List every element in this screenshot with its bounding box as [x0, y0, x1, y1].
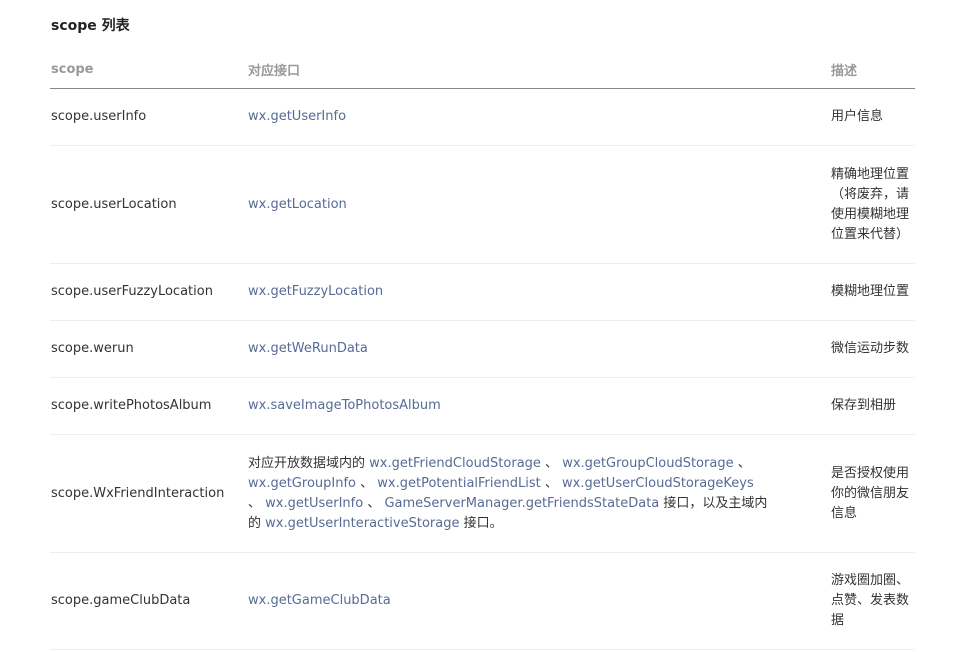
api-link[interactable]: wx.getGameClubData	[248, 593, 391, 608]
api-cell: 对应开放数据域内的 wx.getFriendCloudStorage 、 wx.…	[247, 434, 830, 553]
column-header-scope: scope	[50, 50, 247, 89]
api-link[interactable]: wx.saveImageToPhotosAlbum	[248, 398, 441, 413]
api-cell: wx.getUserInfo	[247, 88, 830, 146]
api-cell: wx.getGameClubData	[247, 552, 830, 650]
desc-cell: 用户信息	[830, 88, 915, 146]
api-cell: wx.getWeRunData	[247, 320, 830, 378]
api-link[interactable]: wx.getGroupInfo	[248, 476, 356, 491]
table-row: scope.writePhotosAlbum wx.saveImageToPho…	[50, 377, 915, 435]
desc-cell: 保存到相册	[830, 377, 915, 435]
api-link[interactable]: wx.getLocation	[248, 197, 347, 212]
scope-cell: scope.userInfo	[50, 88, 247, 146]
scope-table: scope 对应接口 描述 scope.userInfo wx.getUserI…	[50, 50, 915, 650]
api-link[interactable]: wx.getUserInteractiveStorage	[265, 516, 459, 531]
api-link[interactable]: wx.getUserInfo	[248, 109, 346, 124]
column-header-api: 对应接口	[247, 50, 830, 89]
table-row: scope.userLocation wx.getLocation 精确地理位置…	[50, 145, 915, 264]
api-cell: wx.getFuzzyLocation	[247, 263, 830, 321]
desc-cell: 游戏圈加圈、点赞、发表数据	[830, 552, 915, 650]
table-header-row: scope 对应接口 描述	[50, 50, 915, 89]
table-row: scope.gameClubData wx.getGameClubData 游戏…	[50, 552, 915, 650]
api-link[interactable]: GameServerManager.getFriendsStateData	[384, 496, 659, 511]
api-link[interactable]: wx.getUserInfo	[265, 496, 363, 511]
table-row: scope.userInfo wx.getUserInfo 用户信息	[50, 88, 915, 146]
scope-cell: scope.writePhotosAlbum	[50, 377, 247, 435]
desc-cell: 是否授权使用你的微信朋友信息	[830, 434, 915, 553]
api-cell: wx.getLocation	[247, 145, 830, 264]
api-link[interactable]: wx.getFriendCloudStorage	[369, 456, 541, 471]
page: scope 列表 scope 对应接口 描述 scope.userInfo wx…	[0, 0, 979, 652]
scope-cell: scope.userFuzzyLocation	[50, 263, 247, 321]
section-heading: scope 列表	[51, 18, 130, 34]
api-separator: 、	[363, 495, 385, 511]
desc-cell: 精确地理位置（将废弃，请使用模糊地理位置来代替）	[830, 145, 915, 264]
api-link[interactable]: wx.getWeRunData	[248, 341, 368, 356]
scope-cell: scope.WxFriendInteraction	[50, 434, 247, 553]
api-cell: wx.saveImageToPhotosAlbum	[247, 377, 830, 435]
scope-cell: scope.werun	[50, 320, 247, 378]
api-suffix-text: 接口。	[459, 515, 503, 531]
api-separator: 、	[540, 475, 562, 491]
api-link[interactable]: wx.getPotentialFriendList	[377, 476, 540, 491]
api-link[interactable]: wx.getFuzzyLocation	[248, 284, 383, 299]
api-separator: 、	[540, 455, 563, 471]
desc-cell: 模糊地理位置	[830, 263, 915, 321]
scope-cell: scope.gameClubData	[50, 552, 247, 650]
table-row: scope.werun wx.getWeRunData 微信运动步数	[50, 320, 915, 378]
api-link[interactable]: wx.getUserCloudStorageKeys	[562, 476, 754, 491]
scope-cell: scope.userLocation	[50, 145, 247, 264]
api-separator: 、	[356, 475, 378, 491]
desc-cell: 微信运动步数	[830, 320, 915, 378]
table-row: scope.userFuzzyLocation wx.getFuzzyLocat…	[50, 263, 915, 321]
table-row: scope.WxFriendInteraction 对应开放数据域内的 wx.g…	[50, 434, 915, 553]
api-prefix-text: 对应开放数据域内的	[248, 455, 370, 471]
api-separator: 、	[248, 495, 266, 511]
column-header-desc: 描述	[830, 50, 915, 89]
api-separator: 、	[733, 455, 751, 471]
api-link[interactable]: wx.getGroupCloudStorage	[562, 456, 733, 471]
